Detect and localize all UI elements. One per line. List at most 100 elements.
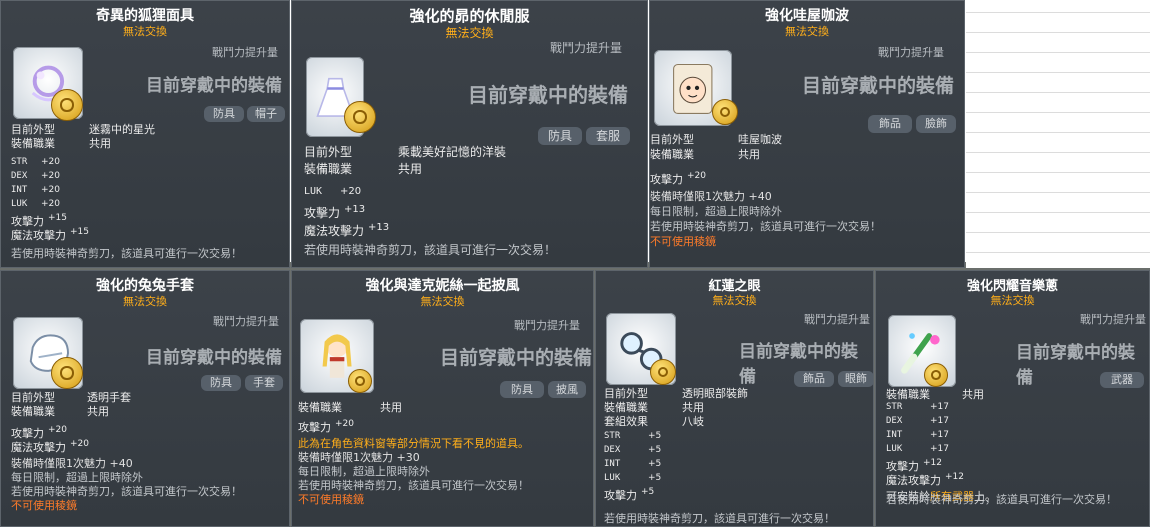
stat-value: +15 — [70, 227, 89, 237]
stat-name: STR — [11, 157, 28, 167]
currently-equipped-label: 目前穿戴中的裝備 — [146, 348, 282, 368]
item-category-tag: 套服 — [586, 127, 630, 145]
info-label: 裝備職業 — [886, 388, 930, 401]
stat-value: +15 — [48, 213, 67, 223]
stat-value: +17 — [930, 402, 949, 412]
spreadsheet-background — [966, 0, 1150, 268]
info-value: 共用 — [398, 162, 423, 176]
item-tooltip-card: 強化的兔兔手套 無法交換 戰鬥力提升量 目前穿戴中的裝備 防具 手套 目前外型 透明手套 裝備職… — [0, 270, 290, 527]
grid-line — [966, 92, 1150, 93]
item-category-tag: 飾品 — [794, 371, 834, 387]
item-category-tag: 飾品 — [868, 115, 912, 133]
item-category-tag: 手套 — [245, 375, 283, 391]
currently-equipped-label: 目前穿戴中的裝備 — [468, 83, 628, 107]
scissors-trade-note: 若使用時裝神奇剪刀，該道具可進行一次交易！ — [11, 247, 242, 260]
currently-equipped-label: 目前穿戴中的裝備 — [802, 75, 955, 97]
stat-value: +20 — [48, 425, 67, 435]
info-value: 哇屋咖波 — [738, 133, 782, 146]
stat-value: +5 — [648, 445, 662, 455]
trade-status: 無法交換 — [990, 294, 1035, 307]
stat-name: LUK — [604, 473, 621, 483]
item-tooltip-card: 強化閃耀音樂蔥 無法交換 戰鬥力提升量 目前穿戴中的裝備 武器 裝備職業 共用 STR +17 D… — [875, 270, 1150, 527]
item-name: 奇異的狐狸面具 — [96, 8, 194, 24]
stat-name: 魔法攻擊力 — [304, 224, 365, 238]
grid-line — [966, 192, 1150, 193]
item-category-tag: 防具 — [204, 106, 244, 122]
trade-status: 無法交換 — [123, 295, 167, 308]
info-value: 乘載美好記憶的洋裝 — [398, 145, 507, 159]
info-label: 裝備職業 — [650, 148, 694, 161]
item-note: 不可使用稜鏡 — [298, 493, 364, 506]
item-name: 強化與達克妮絲一起披風 — [365, 278, 520, 294]
grid-line — [966, 212, 1150, 213]
stat-value: +17 — [930, 416, 949, 426]
info-label: 套組效果 — [604, 415, 648, 428]
item-category-tag: 防具 — [201, 375, 241, 391]
stat-name: 魔法攻擊力 — [11, 229, 66, 242]
currently-equipped-label: 目前穿戴中的裝備 — [146, 76, 282, 96]
item-name: 強化哇屋咖波 — [765, 8, 849, 24]
stat-value: +20 — [70, 439, 89, 449]
item-tooltip-card: 奇異的狐狸面具 無法交換 戰鬥力提升量 目前穿戴中的裝備 防具 帽子 目前外型 迷霧中的星光裝… — [0, 0, 290, 268]
stat-name: INT — [604, 459, 621, 469]
power-increase-label: 戰鬥力提升量 — [804, 313, 870, 326]
grid-line — [966, 232, 1150, 233]
item-note: 不可使用稜鏡 — [650, 235, 716, 248]
info-label: 裝備職業 — [298, 401, 342, 414]
stat-value: +12 — [945, 472, 964, 482]
info-value: 共用 — [738, 148, 760, 161]
trade-status: 無法交換 — [712, 294, 757, 307]
trade-status: 無法交換 — [420, 295, 465, 308]
gold-coin-icon — [348, 369, 372, 393]
stat-value: +20 — [41, 157, 60, 167]
item-tooltip-card: 紅蓮之眼 無法交換 戰鬥力提升量 目前穿戴中的裝備 飾品 眼飾 目前外型 透明眼部裝飾 裝備職業… — [595, 270, 874, 527]
item-category-tag: 武器 — [1100, 372, 1144, 388]
grid-line — [966, 252, 1150, 253]
currently-equipped-label: 目前穿戴中的裝備 — [440, 347, 593, 369]
power-increase-label: 戰鬥力提升量 — [550, 41, 623, 55]
item-category-tag: 披風 — [548, 381, 586, 398]
grid-line — [966, 132, 1150, 133]
stat-name: LUK — [886, 444, 903, 454]
gold-coin-icon — [712, 99, 738, 125]
stat-name: 攻擊力 — [604, 489, 637, 502]
scissors-trade-note: 若使用時裝神奇剪刀，該道具可進行一次交易！ — [604, 512, 835, 525]
power-increase-label: 戰鬥力提升量 — [1080, 313, 1146, 326]
item-note: 裝備時僅限1次魅力 +40 — [650, 190, 772, 203]
item-category-tag: 帽子 — [247, 106, 285, 122]
grid-line — [966, 52, 1150, 53]
stat-value: +5 — [648, 473, 662, 483]
item-category-tag: 臉飾 — [916, 115, 956, 133]
stat-name: DEX — [886, 416, 903, 426]
stat-value: +20 — [340, 186, 362, 197]
item-name: 強化的昴的休閒服 — [409, 7, 530, 25]
item-category-tag: 防具 — [500, 381, 544, 398]
grid-line — [966, 32, 1150, 33]
scissors-trade-note: 若使用時裝神奇剪刀，該道具可進行一次交易！ — [304, 243, 557, 257]
item-note: 不可使用稜鏡 — [11, 499, 77, 512]
stat-value: +17 — [930, 444, 949, 454]
grid-line — [966, 12, 1150, 13]
stat-name: 攻擊力 — [298, 421, 331, 434]
stat-name: LUK — [11, 199, 28, 209]
gold-coin-icon — [924, 363, 948, 387]
stat-name: DEX — [11, 171, 28, 181]
stat-name: LUK — [304, 186, 323, 197]
item-name: 強化的兔兔手套 — [96, 278, 194, 294]
grid-line — [966, 72, 1150, 73]
info-label: 目前外型 — [304, 145, 353, 159]
stat-name: 攻擊力 — [650, 173, 683, 186]
item-tooltip-card: 強化的昴的休閒服 無法交換 戰鬥力提升量 目前穿戴中的裝備 防具 套服 目前外型 乘載美好記憶… — [291, 0, 648, 268]
stat-value: +12 — [923, 458, 942, 468]
stat-value: +13 — [368, 222, 390, 233]
gold-coin-icon — [344, 101, 376, 133]
grid-line — [966, 112, 1150, 113]
stat-name: INT — [11, 185, 28, 195]
stat-value: +17 — [930, 430, 949, 440]
info-label: 目前外型 — [650, 133, 694, 146]
info-label: 裝備職業 — [11, 137, 55, 150]
stat-value: +20 — [41, 171, 60, 181]
info-label: 裝備職業 — [304, 162, 353, 176]
stat-value: +20 — [687, 171, 706, 181]
info-value: 共用 — [962, 388, 984, 401]
